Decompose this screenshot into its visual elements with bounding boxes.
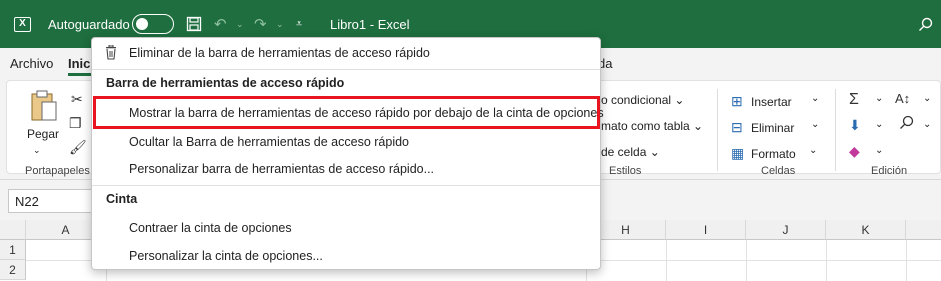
row-header[interactable]: 2 (0, 260, 26, 280)
gridline (906, 240, 907, 281)
group-separator (835, 89, 836, 171)
name-box[interactable]: N22 (8, 189, 92, 213)
group-separator (717, 89, 718, 171)
chevron-down-icon[interactable]: ⌄ (33, 145, 41, 156)
insert-label: Insertar (751, 95, 792, 109)
chevron-down-icon[interactable]: ⌄ (809, 145, 817, 156)
menu-item-label: Contraer la cinta de opciones (129, 221, 292, 235)
paste-icon[interactable] (29, 89, 59, 126)
menu-item-hide-qat[interactable]: Ocultar la Barra de herramientas de acce… (92, 128, 600, 156)
menu-item-label: Personalizar barra de herramientas de ac… (129, 162, 435, 176)
select-all-corner[interactable] (0, 220, 26, 240)
trash-icon (106, 45, 116, 60)
format-as-table-label: mato como tabla (601, 119, 690, 133)
cell-styles-button[interactable]: de celda ⌄ (601, 145, 660, 159)
menu-item-collapse-ribbon[interactable]: Contraer la cinta de opciones (92, 214, 600, 242)
chevron-down-icon[interactable]: ⌄ (875, 145, 883, 156)
menu-item-label: Ocultar la Barra de herramientas de acce… (129, 135, 410, 149)
paste-label[interactable]: Pegar (27, 127, 59, 141)
conditional-format-button[interactable]: o condicional ⌄ (601, 93, 684, 107)
search-icon[interactable] (918, 0, 933, 48)
delete-button[interactable]: Eliminar (751, 121, 794, 135)
format-button[interactable]: Formato (751, 147, 796, 161)
gridline (746, 240, 747, 281)
chevron-down-icon[interactable]: ⌄ (875, 93, 883, 104)
format-painter-icon[interactable]: 🖌 (69, 139, 87, 156)
menu-section-header: Barra de herramientas de acceso rápido (106, 76, 345, 90)
format-cells-icon: ▦ (731, 145, 745, 161)
column-header[interactable]: K (826, 220, 906, 240)
menu-item-label: Eliminar de la barra de herramientas de … (129, 46, 430, 60)
menu-item-customize-ribbon[interactable]: Personalizar la cinta de opciones... (92, 242, 600, 270)
clear-icon[interactable]: ◆ (849, 143, 860, 160)
tab-archivo[interactable]: Archivo (10, 56, 53, 71)
insert-button[interactable]: Insertar (751, 95, 792, 109)
fill-icon[interactable]: ⬇ (849, 117, 861, 134)
delete-label: Eliminar (751, 121, 795, 135)
menu-section-header: Cinta (106, 192, 138, 206)
row-header[interactable]: 1 (0, 240, 26, 260)
gridline (826, 240, 827, 281)
column-header[interactable]: J (746, 220, 826, 240)
chevron-down-icon[interactable]: ⌄ (923, 119, 931, 130)
chevron-down-icon[interactable]: ⌄ (811, 93, 819, 104)
gridline (666, 240, 667, 281)
qat-context-menu: Eliminar de la barra de herramientas de … (91, 37, 604, 270)
copy-icon[interactable]: ❐ (69, 115, 82, 132)
excel-window: X Autoguardado ↶ ⌄ ↷ ⌄ ⩡ Libro1 - Excel … (0, 0, 941, 281)
menu-item-remove-from-qat[interactable]: Eliminar de la barra de herramientas de … (92, 39, 600, 67)
chevron-down-icon[interactable]: ⌄ (811, 119, 819, 130)
highlight-box (93, 96, 600, 129)
autosum-icon[interactable]: Σ (849, 91, 859, 109)
chevron-down-icon[interactable]: ⌄ (923, 93, 931, 104)
format-label: Formato (751, 147, 796, 161)
clipboard-group-label: Portapapeles (25, 165, 90, 177)
conditional-format-label: o condicional (601, 93, 672, 107)
sort-filter-icon[interactable]: A↕ (895, 91, 910, 106)
styles-group-label: Estilos (609, 165, 642, 177)
insert-cells-icon: ⊞ (731, 93, 743, 109)
excel-logo-icon: X (14, 0, 38, 48)
column-header[interactable]: I (666, 220, 746, 240)
cell-styles-label: de celda (601, 145, 647, 159)
delete-cells-icon: ⊟ (731, 119, 743, 135)
cells-group-label: Celdas (761, 165, 796, 177)
format-as-table-button[interactable]: mato como tabla ⌄ (601, 119, 703, 133)
find-select-icon[interactable] (899, 115, 914, 133)
cut-icon[interactable]: ✂ (71, 91, 83, 108)
menu-item-customize-qat[interactable]: Personalizar barra de herramientas de ac… (92, 155, 600, 183)
column-header[interactable] (906, 220, 941, 240)
chevron-down-icon[interactable]: ⌄ (875, 119, 883, 130)
menu-item-label: Personalizar la cinta de opciones... (129, 249, 323, 263)
editing-group-label: Edición (871, 165, 908, 177)
